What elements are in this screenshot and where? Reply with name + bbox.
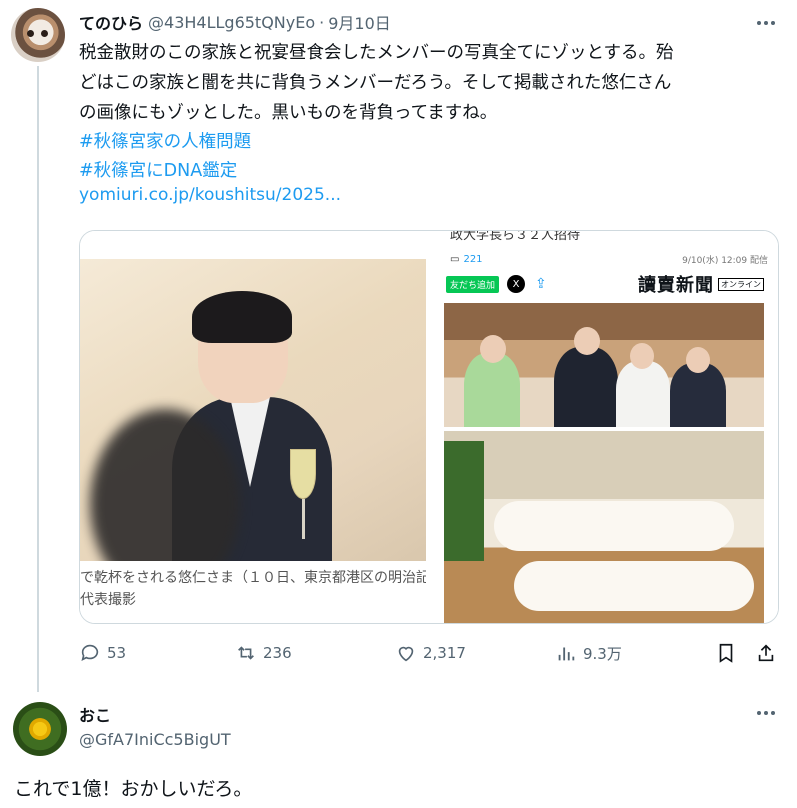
hashtag-link[interactable]: #秋篠宮家の人権問題: [79, 128, 251, 153]
analytics-icon: [558, 647, 575, 661]
luncheon-photo: [444, 431, 764, 623]
comment-icon: ▭: [450, 253, 460, 265]
separator-dot: ·: [319, 12, 325, 32]
reply-icon: [81, 644, 99, 661]
article-headline-fragment: 政大学長ら３２人招待: [450, 231, 581, 243]
tweet-text: 税金散財のこの家族と祝宴昼食会したメンバーの写真全てにゾッとする。殆 どはこの家…: [79, 38, 779, 128]
media-card[interactable]: で乾杯をされる悠仁さま（１０日、東京都港区の明治記 代表撮影 政大学長ら３２人招…: [79, 230, 779, 624]
article-time: 9/10(水) 12:09 配信: [682, 255, 768, 266]
bookmark-button[interactable]: [715, 640, 737, 666]
tweet-text-line: 税金散財のこの家族と祝宴昼食会したメンバーの写真全てにゾッとする。殆: [79, 43, 674, 63]
toast-photo: [80, 259, 426, 561]
repost-button[interactable]: 236: [235, 640, 292, 666]
tweet-header: てのひら @43H4LLg65tQNyEo · 9月10日: [79, 10, 391, 34]
display-name[interactable]: てのひら: [79, 10, 143, 34]
avatar[interactable]: [11, 8, 65, 62]
tweet-date[interactable]: 9月10日: [328, 10, 391, 34]
tweet[interactable]: てのひら @43H4LLg65tQNyEo · 9月10日 税金散財のこの家族と…: [0, 0, 797, 692]
caption-line: 代表撮影: [80, 592, 136, 608]
hashtag-link[interactable]: #秋篠宮にDNA鑑定: [79, 157, 237, 182]
share-icon: [758, 644, 774, 662]
comment-count: 221: [463, 253, 483, 265]
more-options-icon[interactable]: [755, 14, 777, 32]
user-handle[interactable]: @43H4LLg65tQNyEo: [148, 13, 315, 32]
photo-caption: で乾杯をされる悠仁さま（１０日、東京都港区の明治記 代表撮影: [80, 567, 426, 611]
reply-text: これで1億！おかしいだろ。: [14, 778, 253, 800]
display-name[interactable]: おこ: [79, 702, 111, 726]
reply-tweet[interactable]: おこ @GfA7IniCc5BigUT これで1億！おかしいだろ。: [0, 692, 797, 808]
tweet-actions: 53 236 2,317 9.3万: [79, 640, 779, 666]
avatar[interactable]: [13, 702, 67, 756]
like-button[interactable]: 2,317: [395, 640, 466, 666]
media-image-left[interactable]: で乾杯をされる悠仁さま（１０日、東京都港区の明治記 代表撮影: [80, 231, 442, 623]
line-add-friend-button: 友だち追加: [446, 275, 500, 293]
caption-line: で乾杯をされる悠仁さま（１０日、東京都港区の明治記: [80, 570, 426, 586]
heart-icon: [398, 646, 414, 662]
online-badge: オンライン: [718, 277, 764, 291]
article-share-bar: 友だち追加 X ⇪ 讀賣新聞 オンライン: [444, 271, 764, 297]
views-button[interactable]: 9.3万: [555, 640, 622, 666]
repost-icon: [238, 646, 254, 660]
like-count: 2,317: [423, 644, 466, 662]
tweet-text-line: の画像にもゾッとした。黒いものを背負ってますね。: [79, 103, 498, 123]
reply-button[interactable]: 53: [79, 640, 126, 666]
share-icon: ⇪: [535, 276, 547, 292]
repost-count: 236: [263, 644, 292, 662]
user-handle[interactable]: @GfA7IniCc5BigUT: [79, 730, 231, 749]
view-count: 9.3万: [583, 644, 622, 663]
family-photo: [444, 303, 764, 427]
thread-line: [37, 66, 39, 692]
newspaper-logo: 讀賣新聞: [638, 275, 714, 296]
article-meta: ▭ 221 9/10(水) 12:09 配信: [450, 249, 768, 269]
article-link[interactable]: yomiuri.co.jp/koushitsu/2025...: [79, 185, 341, 205]
x-share-icon: X: [507, 275, 526, 293]
more-options-icon[interactable]: [755, 704, 777, 722]
tweet-text-line: どはこの家族と闇を共に背負うメンバーだろう。そして掲載された悠仁さん: [79, 73, 672, 93]
reply-count: 53: [107, 644, 127, 662]
share-button[interactable]: [755, 640, 777, 666]
bookmark-icon: [719, 643, 733, 663]
media-image-right[interactable]: 政大学長ら３２人招待 ▭ 221 9/10(水) 12:09 配信 友だち追加 …: [444, 231, 778, 623]
